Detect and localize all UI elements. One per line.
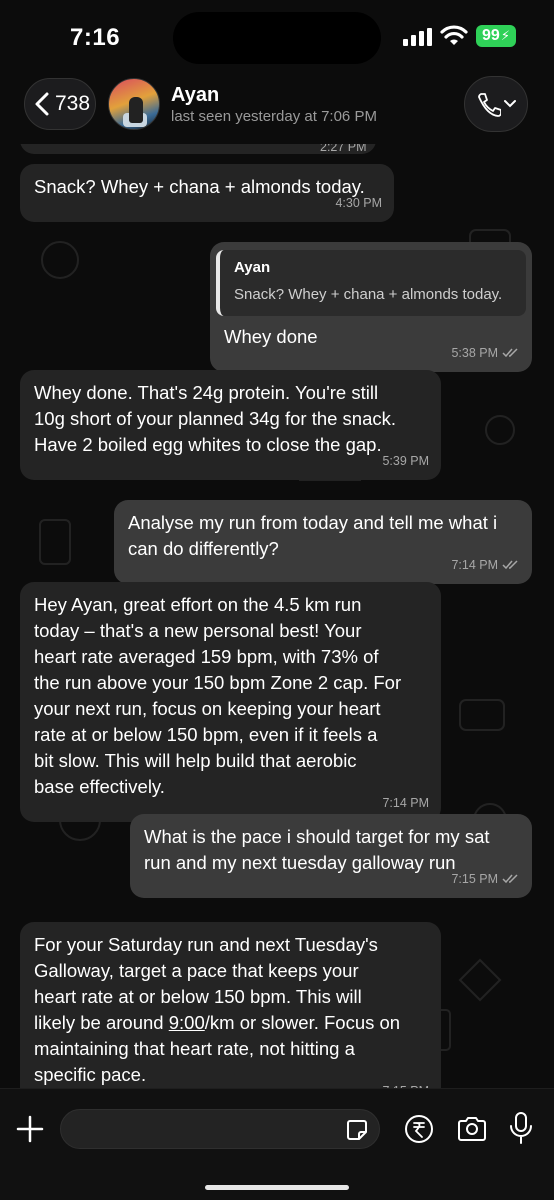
back-button[interactable]: 738 xyxy=(24,78,96,130)
message-composer[interactable] xyxy=(60,1109,380,1149)
message-list[interactable]: 2:27 PM Snack? Whey + chana + almonds to… xyxy=(0,144,554,1088)
quote-author: Ayan xyxy=(234,259,271,276)
message-bubble-incoming[interactable]: Snack? Whey + chana + almonds today. 4:3… xyxy=(20,164,394,222)
charging-bolt-icon: ⚡ xyxy=(500,28,510,43)
read-receipt-icon xyxy=(502,560,518,570)
plus-icon[interactable] xyxy=(14,1113,46,1145)
cellular-signal-icon xyxy=(403,28,432,46)
last-seen-status: last seen yesterday at 7:06 PM xyxy=(171,108,377,125)
quote-text: Snack? Whey + chana + almonds today. xyxy=(234,286,503,303)
phone-icon xyxy=(478,93,501,117)
message-time: 7:14 PM xyxy=(451,558,498,572)
message-time: 2:27 PM xyxy=(320,144,367,154)
read-receipt-icon xyxy=(502,874,518,884)
dynamic-island xyxy=(173,12,381,64)
microphone-icon[interactable] xyxy=(508,1111,534,1145)
quoted-message[interactable]: Ayan Snack? Whey + chana + almonds today… xyxy=(216,250,526,316)
message-time: 5:39 PM xyxy=(382,454,429,468)
message-text: Snack? Whey + chana + almonds today. xyxy=(34,176,365,197)
chat-screen: 7:16 99⚡ 738 Ayan last seen yesterday a xyxy=(0,0,554,1200)
message-time: 5:38 PM xyxy=(451,346,498,360)
wifi-icon xyxy=(440,25,468,45)
call-button[interactable] xyxy=(464,76,528,132)
chat-header: 738 Ayan last seen yesterday at 7:06 PM xyxy=(0,70,554,144)
sticker-icon[interactable] xyxy=(345,1118,369,1142)
chevron-down-icon xyxy=(504,100,516,108)
status-bar: 7:16 99 ⚡ xyxy=(0,0,554,70)
battery-indicator: 99 ⚡ xyxy=(476,25,516,47)
message-time: 4:30 PM xyxy=(335,196,382,210)
message-bubble-outgoing[interactable]: Ayan Snack? Whey + chana + almonds today… xyxy=(210,242,532,372)
battery-level: 99 xyxy=(482,27,500,44)
message-bubble-partial[interactable]: 2:27 PM xyxy=(20,144,376,154)
message-bubble-outgoing[interactable]: What is the pace i should target for my … xyxy=(130,814,532,898)
status-time: 7:16 xyxy=(70,24,121,51)
message-time: 7:15 PM xyxy=(451,872,498,886)
message-bubble-incoming[interactable]: Whey done. That's 24g protein. You're st… xyxy=(20,370,441,480)
message-time: 7:14 PM xyxy=(382,796,429,810)
message-bubble-incoming[interactable]: For your Saturday run and next Tuesday's… xyxy=(20,922,441,1088)
read-receipt-icon xyxy=(502,348,518,358)
rupee-payment-icon[interactable] xyxy=(404,1114,434,1144)
unread-count: 738 xyxy=(55,92,91,115)
message-bubble-outgoing[interactable]: Analyse my run from today and tell me wh… xyxy=(114,500,532,584)
avatar[interactable] xyxy=(108,78,160,130)
contact-name[interactable]: Ayan xyxy=(171,84,219,107)
message-text: Whey done. That's 24g protein. You're st… xyxy=(34,382,397,455)
message-input[interactable] xyxy=(61,1110,331,1148)
chevron-left-icon xyxy=(35,92,49,116)
home-indicator xyxy=(205,1185,349,1190)
pace-link[interactable]: 9:00 xyxy=(169,1012,205,1033)
camera-icon[interactable] xyxy=(456,1114,488,1144)
message-text: For your Saturday run and next Tuesday's… xyxy=(34,932,427,1088)
message-text: Hey Ayan, great effort on the 4.5 km run… xyxy=(34,594,402,797)
message-bubble-incoming[interactable]: Hey Ayan, great effort on the 4.5 km run… xyxy=(20,582,441,822)
input-bar xyxy=(0,1088,554,1200)
message-time: 7:15 PM xyxy=(382,1078,429,1088)
